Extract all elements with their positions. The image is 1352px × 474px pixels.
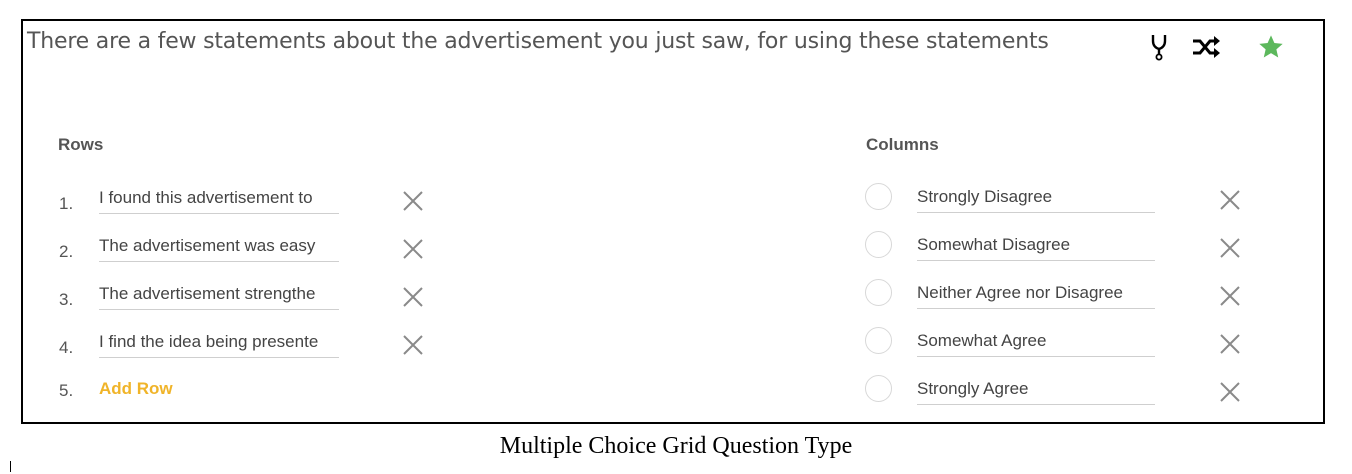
delete-row-icon[interactable]: [402, 334, 424, 356]
shuffle-icon[interactable]: [1191, 33, 1223, 66]
row-number: 1.: [59, 194, 74, 213]
radio-button[interactable]: [865, 327, 892, 354]
column-item: Somewhat Disagree: [863, 231, 1263, 271]
row-item: 1. I found this advertisement to: [23, 184, 443, 224]
columns-heading: Columns: [866, 135, 939, 154]
add-row-button[interactable]: Add Row: [99, 379, 173, 399]
delete-row-icon[interactable]: [402, 238, 424, 260]
delete-column-icon[interactable]: [1219, 189, 1241, 211]
row-number: 3.: [59, 290, 74, 309]
row-item: 2. The advertisement was easy: [23, 232, 443, 272]
delete-row-icon[interactable]: [402, 286, 424, 308]
column-text-field[interactable]: Strongly Disagree: [917, 183, 1155, 213]
add-row-item: 5. Add Row: [23, 378, 443, 418]
delete-column-icon[interactable]: [1219, 333, 1241, 355]
row-number: 5.: [59, 381, 74, 400]
row-text-field[interactable]: The advertisement was easy: [99, 232, 339, 262]
column-text-field[interactable]: Strongly Agree: [917, 375, 1155, 405]
column-item: Strongly Disagree: [863, 183, 1263, 223]
rows-heading: Rows: [58, 135, 104, 154]
row-item: 3. The advertisement strengthe: [23, 280, 443, 320]
row-number: 4.: [59, 338, 74, 357]
row-text-field[interactable]: The advertisement strengthe: [99, 280, 339, 310]
branch-icon[interactable]: [1149, 33, 1171, 66]
star-icon[interactable]: [1257, 33, 1285, 66]
delete-row-icon[interactable]: [402, 190, 424, 212]
delete-column-icon[interactable]: [1219, 237, 1241, 259]
delete-column-icon[interactable]: [1219, 285, 1241, 307]
radio-button[interactable]: [865, 231, 892, 258]
column-item: Somewhat Agree: [863, 327, 1263, 367]
row-text-field[interactable]: I find the idea being presente: [99, 328, 339, 358]
row-item: 4. I find the idea being presente: [23, 328, 443, 368]
radio-button[interactable]: [865, 279, 892, 306]
radio-button[interactable]: [865, 183, 892, 210]
radio-button[interactable]: [865, 375, 892, 402]
figure-caption: Multiple Choice Grid Question Type: [499, 433, 853, 459]
column-text-field[interactable]: Neither Agree nor Disagree: [917, 279, 1155, 309]
row-text-field[interactable]: I found this advertisement to: [99, 184, 339, 214]
text-cursor: [10, 461, 11, 472]
column-item: Strongly Agree: [863, 375, 1263, 415]
column-item: Neither Agree nor Disagree: [863, 279, 1263, 319]
question-toolbar: [1143, 33, 1303, 63]
column-text-field[interactable]: Somewhat Disagree: [917, 231, 1155, 261]
column-text-field[interactable]: Somewhat Agree: [917, 327, 1155, 357]
row-number: 2.: [59, 242, 74, 261]
question-text[interactable]: There are a few statements about the adv…: [27, 29, 1049, 54]
delete-column-icon[interactable]: [1219, 381, 1241, 403]
question-editor-panel: There are a few statements about the adv…: [21, 19, 1325, 424]
